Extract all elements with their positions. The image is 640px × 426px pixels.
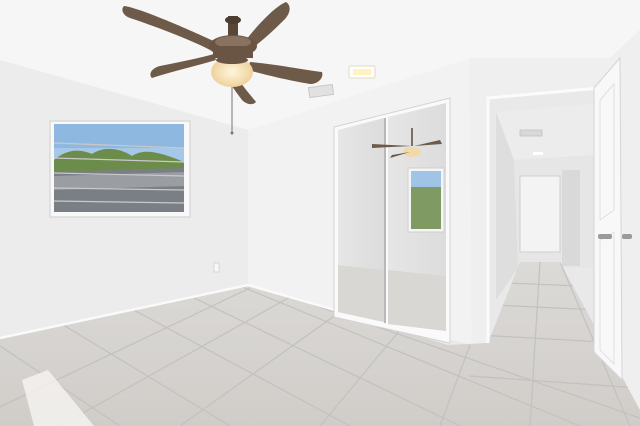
wall-outlet — [213, 262, 220, 273]
window — [49, 120, 191, 218]
hallway-end-door — [519, 175, 561, 253]
room-scene — [0, 0, 640, 426]
room-illustration — [0, 0, 640, 426]
door-handle — [598, 234, 612, 239]
hallway-side-door — [562, 170, 580, 266]
mirrored-closet — [333, 97, 451, 344]
hallway-light — [533, 152, 543, 155]
